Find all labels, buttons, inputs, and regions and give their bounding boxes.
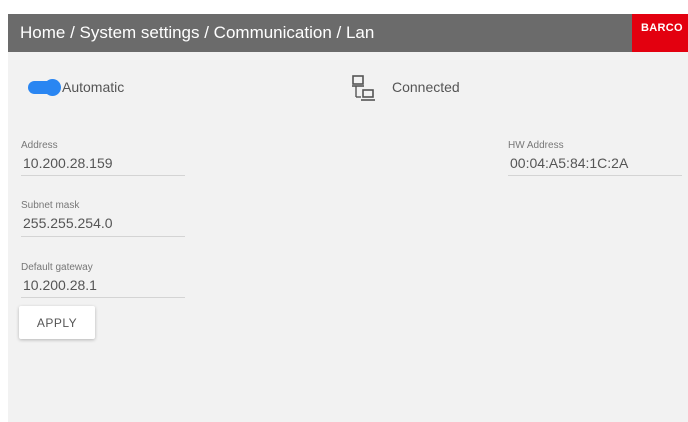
address-label: Address — [21, 140, 58, 151]
toggle-knob — [44, 79, 61, 96]
breadcrumb: Home / System settings / Communication /… — [20, 23, 375, 42]
hw-address-value: 00:04:A5:84:1C:2A — [510, 155, 629, 171]
subnet-mask-underline — [21, 236, 185, 237]
hw-address-label: HW Address — [508, 140, 564, 151]
subnet-mask-label: Subnet mask — [21, 200, 80, 211]
default-gateway-underline — [21, 297, 185, 298]
automatic-label: Automatic — [62, 79, 125, 95]
address-underline — [21, 175, 185, 176]
apply-button[interactable]: APPLY — [19, 306, 95, 339]
default-gateway-field[interactable]: 10.200.28.1 — [23, 277, 97, 293]
automatic-toggle[interactable] — [28, 79, 61, 96]
logo-text: BARCO — [641, 22, 683, 34]
header-bar: Home / System settings / Communication /… — [8, 14, 688, 52]
default-gateway-label: Default gateway — [21, 262, 93, 273]
hw-address-underline — [508, 175, 682, 176]
network-computers-icon — [352, 75, 375, 101]
connection-status: Connected — [392, 79, 460, 95]
subnet-mask-field[interactable]: 255.255.254.0 — [23, 215, 113, 231]
barco-logo: BARCO — [632, 14, 688, 52]
address-field[interactable]: 10.200.28.159 — [23, 155, 113, 171]
